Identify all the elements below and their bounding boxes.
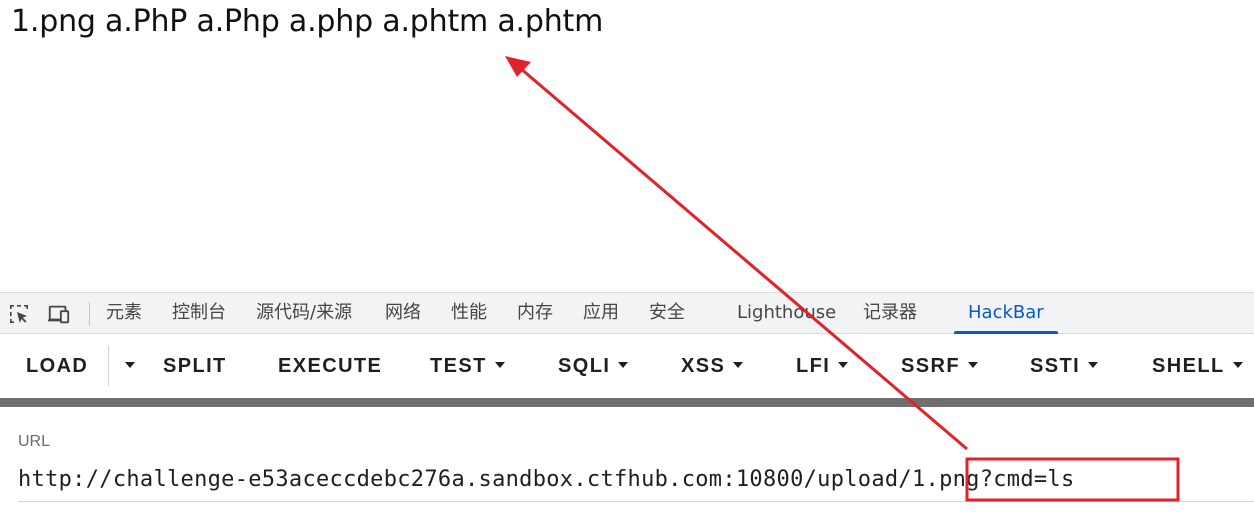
execute-button[interactable]: EXECUTE: [278, 334, 382, 398]
tab-application[interactable]: 应用: [583, 293, 619, 333]
annotation-overlay: [505, 56, 1180, 502]
shell-menu-button[interactable]: SHELL: [1152, 334, 1243, 398]
xss-menu-label: XSS: [681, 355, 726, 377]
sqli-menu-label: SQLI: [558, 355, 611, 377]
lfi-menu-button[interactable]: LFI: [796, 334, 849, 398]
tab-sources[interactable]: 源代码/来源: [256, 293, 352, 333]
tab-elements[interactable]: 元素: [106, 293, 142, 333]
page-output-text: 1.png a.PhP a.Php a.php a.phtm a.phtm: [11, 4, 604, 39]
execute-button-label: EXECUTE: [278, 355, 383, 377]
split-button-label: SPLIT: [163, 355, 227, 377]
tab-console[interactable]: 控制台: [172, 293, 226, 333]
chevron-down-icon: [733, 361, 744, 368]
split-button[interactable]: SPLIT: [163, 334, 227, 398]
tab-network[interactable]: 网络: [385, 293, 421, 333]
tab-memory[interactable]: 内存: [517, 293, 553, 333]
device-toolbar-icon[interactable]: [47, 302, 71, 326]
chevron-down-icon: [1088, 361, 1099, 368]
xss-menu-button[interactable]: XSS: [681, 334, 744, 398]
tab-lighthouse[interactable]: Lighthouse: [737, 293, 836, 333]
chevron-down-icon: [1232, 361, 1243, 368]
chevron-down-icon: [494, 361, 505, 368]
hackbar-separator: [0, 398, 1254, 407]
ssti-menu-button[interactable]: SSTI: [1030, 334, 1099, 398]
url-label: URL: [18, 433, 51, 450]
load-button-label: LOAD: [26, 355, 89, 377]
chevron-down-icon: [967, 361, 978, 368]
inspect-element-icon[interactable]: [7, 302, 31, 326]
chevron-down-icon: [838, 361, 849, 368]
chevron-down-icon: [618, 361, 629, 368]
toolbar-divider: [89, 302, 90, 326]
shell-menu-label: SHELL: [1152, 355, 1225, 377]
test-menu-label: TEST: [430, 355, 487, 377]
lfi-menu-label: LFI: [796, 355, 831, 377]
ssrf-menu-button[interactable]: SSRF: [901, 334, 978, 398]
chevron-down-icon: [125, 361, 135, 368]
sqli-menu-button[interactable]: SQLI: [558, 334, 629, 398]
tab-security[interactable]: 安全: [649, 293, 685, 333]
load-split-divider: [108, 346, 109, 386]
load-options-dropdown[interactable]: [117, 334, 135, 398]
annotation-arrow-head: [505, 56, 531, 77]
devtools-tab-bar: 元素 控制台 源代码/来源 网络 性能 内存 应用 安全 Lighthouse …: [0, 292, 1254, 334]
tab-performance[interactable]: 性能: [451, 293, 487, 333]
load-button[interactable]: LOAD: [26, 334, 88, 398]
hackbar-toolbar: LOAD SPLIT EXECUTE TEST SQLI XSS LFI SSR…: [0, 334, 1254, 398]
tab-recorder[interactable]: 记录器: [863, 293, 917, 333]
ssrf-menu-label: SSRF: [901, 355, 960, 377]
url-input[interactable]: http://challenge-e53aceccdebc276a.sandbo…: [18, 462, 1254, 502]
test-menu-button[interactable]: TEST: [430, 334, 505, 398]
tab-hackbar[interactable]: HackBar: [954, 293, 1058, 334]
ssti-menu-label: SSTI: [1030, 355, 1081, 377]
